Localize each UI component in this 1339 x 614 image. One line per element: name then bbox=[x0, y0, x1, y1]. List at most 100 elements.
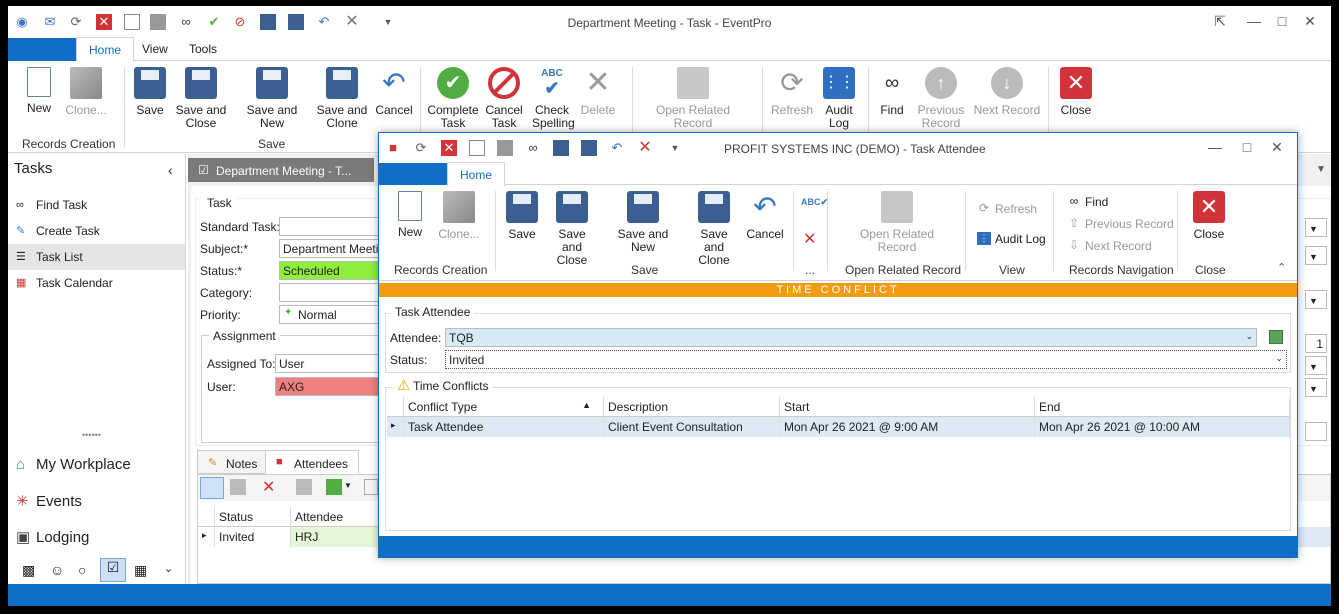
nav-splitter[interactable]: •••••• bbox=[82, 430, 101, 440]
nav-item-task-list[interactable]: ☰ Task List bbox=[8, 244, 185, 270]
next-record-button[interactable]: ↓ Next Record bbox=[972, 67, 1042, 117]
more-sections-icon[interactable]: ⌄ bbox=[164, 562, 173, 575]
dialog-open-related-record-button[interactable]: Open Related Record bbox=[855, 191, 939, 254]
tab-home[interactable]: Home bbox=[76, 37, 135, 61]
tab-view[interactable]: View bbox=[142, 42, 168, 56]
clone-icon[interactable] bbox=[497, 140, 513, 156]
cell-start[interactable]: Mon Apr 26 2021 @ 9:00 AM bbox=[780, 417, 1035, 437]
tab-attendees[interactable]: ■ Attendees bbox=[265, 450, 360, 474]
side-dropdown-4[interactable]: ▼ bbox=[1305, 356, 1327, 375]
dialog-clone-button[interactable]: Clone... bbox=[435, 191, 483, 241]
previous-record-button[interactable]: ↑ Previous Record bbox=[916, 67, 966, 130]
grid-header-end[interactable]: End bbox=[1035, 397, 1290, 417]
find-button[interactable]: ∞ Find bbox=[874, 67, 910, 117]
cell-end[interactable]: Mon Apr 26 2021 @ 10:00 AM bbox=[1035, 417, 1290, 437]
dialog-tab-home[interactable]: Home bbox=[447, 162, 506, 186]
dialog-audit-log-button[interactable]: ⋮ Audit Log bbox=[977, 232, 1046, 246]
dialog-close-button[interactable]: ✕ Close bbox=[1189, 191, 1229, 241]
assigned-to-field[interactable]: User bbox=[275, 354, 391, 373]
delete-icon[interactable]: ✕ bbox=[803, 229, 816, 249]
priority-field[interactable]: ✦ Normal bbox=[279, 305, 389, 324]
cancel-button[interactable]: ↶ Cancel bbox=[374, 67, 414, 117]
nav-item-create-task[interactable]: ✎ Create Task bbox=[8, 218, 185, 244]
grid-header-conflict-type[interactable]: Conflict Type ▲ bbox=[404, 397, 604, 417]
save-and-clone-button[interactable]: Save and Clone bbox=[316, 67, 368, 130]
user-field[interactable]: AXG bbox=[275, 377, 391, 396]
standard-task-field[interactable] bbox=[279, 217, 389, 236]
dialog-refresh-button[interactable]: ⟳ Refresh bbox=[977, 202, 1037, 217]
customize-qat-icon[interactable]: ▼ bbox=[667, 140, 683, 156]
check-spelling-button[interactable]: ABC ✔ Check Spelling bbox=[532, 67, 575, 130]
new-attendee-icon[interactable] bbox=[200, 477, 224, 499]
grid-header-start[interactable]: Start bbox=[780, 397, 1035, 417]
maximize-icon[interactable]: □ bbox=[1272, 13, 1292, 29]
attendee-status-field[interactable]: Invited ⌄ bbox=[445, 350, 1287, 369]
nav-section-my-workplace[interactable]: ⌂ My Workplace bbox=[16, 456, 131, 473]
clone-button[interactable]: Clone... bbox=[62, 67, 110, 117]
table-row[interactable]: ▸ Task Attendee Client Event Consultatio… bbox=[387, 417, 1290, 437]
side-number-field[interactable]: 1 bbox=[1305, 334, 1327, 353]
cancel-task-button[interactable]: Cancel Task bbox=[484, 67, 524, 130]
side-dropdown-3[interactable]: ▼ bbox=[1305, 290, 1327, 309]
collapse-nav-icon[interactable]: ‹ bbox=[168, 162, 173, 178]
tab-list-dropdown-icon[interactable]: ▼ bbox=[1316, 164, 1326, 175]
status-field[interactable]: Scheduled bbox=[279, 261, 389, 280]
delete-button[interactable]: ✕ Delete bbox=[578, 67, 618, 117]
tab-notes[interactable]: ✎ Notes bbox=[197, 450, 269, 474]
related-icon[interactable] bbox=[296, 479, 312, 495]
window-close-icon[interactable]: ✕ bbox=[1300, 13, 1320, 30]
cell-conflict-type[interactable]: Task Attendee bbox=[404, 417, 604, 437]
grid-header-attendee[interactable]: Attendee bbox=[291, 507, 381, 527]
dialog-save-button[interactable]: Save bbox=[505, 191, 539, 241]
grid-header-description[interactable]: Description bbox=[604, 397, 780, 417]
add-multiple-icon[interactable] bbox=[326, 479, 342, 495]
dialog-save-and-new-button[interactable]: Save and New bbox=[607, 191, 679, 254]
nav-item-task-calendar[interactable]: ▦ Task Calendar bbox=[8, 270, 185, 296]
category-field[interactable] bbox=[279, 283, 389, 302]
collapse-ribbon-icon[interactable]: ⌃ bbox=[1277, 261, 1286, 274]
nav-item-find-task[interactable]: ∞ Find Task bbox=[8, 192, 185, 218]
tasks-icon[interactable]: ☑ bbox=[100, 558, 126, 582]
dialog-save-and-close-button[interactable]: Save and Close bbox=[547, 191, 597, 267]
save-and-close-button[interactable]: Save and Close bbox=[174, 67, 228, 130]
dialog-cancel-button[interactable]: ↶ Cancel bbox=[745, 191, 785, 241]
table-row-status[interactable]: Invited bbox=[215, 527, 291, 547]
side-dropdown-2[interactable]: ▼ bbox=[1305, 246, 1327, 265]
maximize-icon[interactable]: □ bbox=[1237, 139, 1257, 155]
dropdown-icon[interactable]: ▼ bbox=[344, 481, 352, 490]
delete-attendee-icon[interactable]: ✕ bbox=[262, 477, 275, 497]
subject-field[interactable]: Department Meeting bbox=[279, 239, 389, 258]
contacts-icon[interactable]: ☺ bbox=[50, 562, 64, 578]
save-button[interactable]: Save bbox=[134, 67, 166, 117]
clone-attendee-icon[interactable] bbox=[230, 479, 246, 495]
side-field-6[interactable] bbox=[1305, 422, 1327, 441]
save-close-icon[interactable] bbox=[581, 140, 597, 156]
cell-description[interactable]: Client Event Consultation bbox=[604, 417, 780, 437]
find-icon[interactable]: ∞ bbox=[525, 140, 541, 156]
complete-task-button[interactable]: ✔ Complete Task bbox=[426, 67, 480, 130]
new-icon[interactable] bbox=[469, 140, 485, 156]
calculator-icon[interactable]: ▦ bbox=[134, 562, 147, 579]
table-row-attendee[interactable]: HRJ bbox=[291, 527, 381, 547]
document-tab[interactable]: ☑ Department Meeting - T... bbox=[188, 158, 374, 182]
open-related-record-button[interactable]: Open Related Record bbox=[654, 67, 732, 130]
chevron-down-icon[interactable]: ⌄ bbox=[1245, 331, 1253, 342]
minimize-icon[interactable]: — bbox=[1205, 139, 1225, 155]
side-dropdown-1[interactable]: ▼ bbox=[1305, 218, 1327, 237]
save-icon[interactable] bbox=[553, 140, 569, 156]
chevron-down-icon[interactable]: ⌄ bbox=[1275, 353, 1283, 364]
export-icon[interactable] bbox=[364, 479, 378, 495]
dialog-find-button[interactable]: ∞ Find bbox=[1067, 195, 1109, 210]
file-menu-button[interactable] bbox=[8, 38, 76, 61]
side-dropdown-5[interactable]: ▼ bbox=[1305, 378, 1327, 397]
tab-tools[interactable]: Tools bbox=[189, 42, 217, 56]
chat-icon[interactable]: ○ bbox=[78, 562, 86, 578]
dialog-file-button[interactable] bbox=[379, 163, 447, 185]
dialog-next-record-button[interactable]: ⇩ Next Record bbox=[1067, 239, 1152, 254]
close-button[interactable]: ✕ Close bbox=[1056, 67, 1096, 117]
dialog-close-icon[interactable]: ✕ bbox=[1267, 139, 1287, 156]
save-and-new-button[interactable]: Save and New bbox=[236, 67, 308, 130]
dialog-new-button[interactable]: New bbox=[393, 191, 427, 239]
minimize-icon[interactable]: — bbox=[1244, 13, 1264, 29]
undo-icon[interactable]: ↶ bbox=[609, 140, 625, 156]
